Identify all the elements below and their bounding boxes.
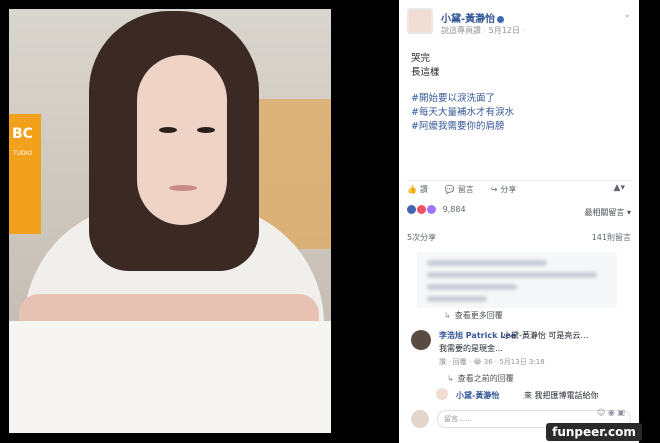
reply-avatar[interactable] bbox=[436, 388, 448, 400]
post-actions: 👍 讚 💬 留言 ↪ 分享 ▲▾ bbox=[407, 180, 631, 200]
hashtag-3[interactable]: #阿嬤我需要你的肩膀 bbox=[411, 120, 514, 134]
reaction-count: 9,884 bbox=[442, 205, 466, 214]
reactions-row[interactable]: 9,884 最相關留言 ▾ bbox=[407, 205, 631, 221]
post-line-1: 哭完 bbox=[411, 53, 431, 64]
sort-comments-dropdown[interactable]: 最相關留言 ▾ bbox=[584, 207, 631, 218]
comment-text-line-1: 小黛-黃瀞怡 可是亮云… bbox=[503, 331, 589, 340]
post-line-2: 長這樣 bbox=[411, 67, 440, 78]
comment: 李浩旭 Patrick Lee 小黛-黃瀞怡 可是亮云… 我需要的是現金… 讚 … bbox=[411, 330, 631, 370]
audience-selector-icon[interactable]: ▲▾ bbox=[614, 183, 625, 193]
studio-sign: BC TUDIO bbox=[9, 114, 41, 234]
reply-text: 來 我把匯博電話給你 bbox=[524, 391, 599, 400]
comment-icon: 💬 bbox=[444, 185, 455, 194]
blurred-line bbox=[427, 260, 547, 266]
post-meta: 說這專頁讚 · 5月12日 · bbox=[441, 26, 525, 35]
comment-text-line-2: 我需要的是現金… bbox=[439, 344, 503, 353]
verified-badge-icon bbox=[497, 15, 505, 23]
hashtag-1[interactable]: #開始要以淚洗面了 bbox=[411, 92, 514, 106]
thumbs-up-icon: 👍 bbox=[407, 185, 417, 194]
hashtag-2[interactable]: #每天大量補水才有淚水 bbox=[411, 106, 514, 120]
post-photo[interactable]: BC TUDIO bbox=[9, 9, 331, 433]
page-name[interactable]: 小黛-黃瀞怡 bbox=[441, 10, 505, 25]
post-header: 小黛-黃瀞怡 說這專頁讚 · 5月12日 · ⌄ bbox=[407, 6, 631, 38]
comment-meta[interactable]: 讚 · 回覆 · 😂 36 · 5月13日 3:18 bbox=[439, 357, 545, 367]
comment-count[interactable]: 141則留言 bbox=[592, 232, 631, 243]
reply-author[interactable]: 小黛-黃瀞怡 bbox=[456, 390, 499, 401]
chevron-down-icon[interactable]: ⌄ bbox=[623, 10, 631, 20]
face bbox=[137, 55, 227, 225]
emoji-camera-icons[interactable]: ☺ ◉ ▣ bbox=[597, 408, 625, 417]
blurred-line bbox=[427, 284, 517, 290]
like-reaction-icon bbox=[407, 205, 416, 214]
like-button[interactable]: 👍 讚 bbox=[407, 184, 428, 195]
left-eye bbox=[159, 127, 177, 133]
right-eye bbox=[197, 127, 215, 133]
view-more-replies[interactable]: ↳ 查看更多回覆 bbox=[444, 310, 503, 321]
table bbox=[9, 321, 331, 433]
blurred-line bbox=[427, 296, 487, 302]
reply-arrow-icon: ↳ bbox=[444, 311, 451, 320]
comment-button[interactable]: 💬 留言 bbox=[445, 184, 474, 195]
share-arrow-icon: ↪ bbox=[490, 185, 498, 194]
post-panel: 小黛-黃瀞怡 說這專頁讚 · 5月12日 · ⌄ 哭完 長這樣 #開始要以淚洗面… bbox=[399, 0, 639, 443]
blurred-comment bbox=[417, 252, 617, 308]
commenter-avatar[interactable] bbox=[411, 330, 431, 350]
wow-reaction-icon bbox=[426, 205, 436, 214]
lips bbox=[169, 185, 197, 191]
reply-arrow-icon: ↳ bbox=[447, 374, 454, 383]
view-previous-replies[interactable]: ↳ 查看之前的回覆 bbox=[447, 373, 514, 384]
composer-avatar bbox=[411, 410, 429, 428]
post-text: 哭完 長這樣 #開始要以淚洗面了 #每天大量補水才有淚水 #阿嬤我需要你的肩膀 bbox=[411, 52, 514, 134]
share-button[interactable]: ↪ 分享 bbox=[491, 184, 517, 195]
watermark: funpeer.com bbox=[546, 423, 642, 441]
blurred-line bbox=[427, 272, 597, 278]
stats-row: 5次分享 141則留言 bbox=[407, 232, 631, 246]
share-count[interactable]: 5次分享 bbox=[407, 233, 436, 242]
page-avatar[interactable] bbox=[407, 8, 433, 34]
love-reaction-icon bbox=[416, 205, 426, 214]
